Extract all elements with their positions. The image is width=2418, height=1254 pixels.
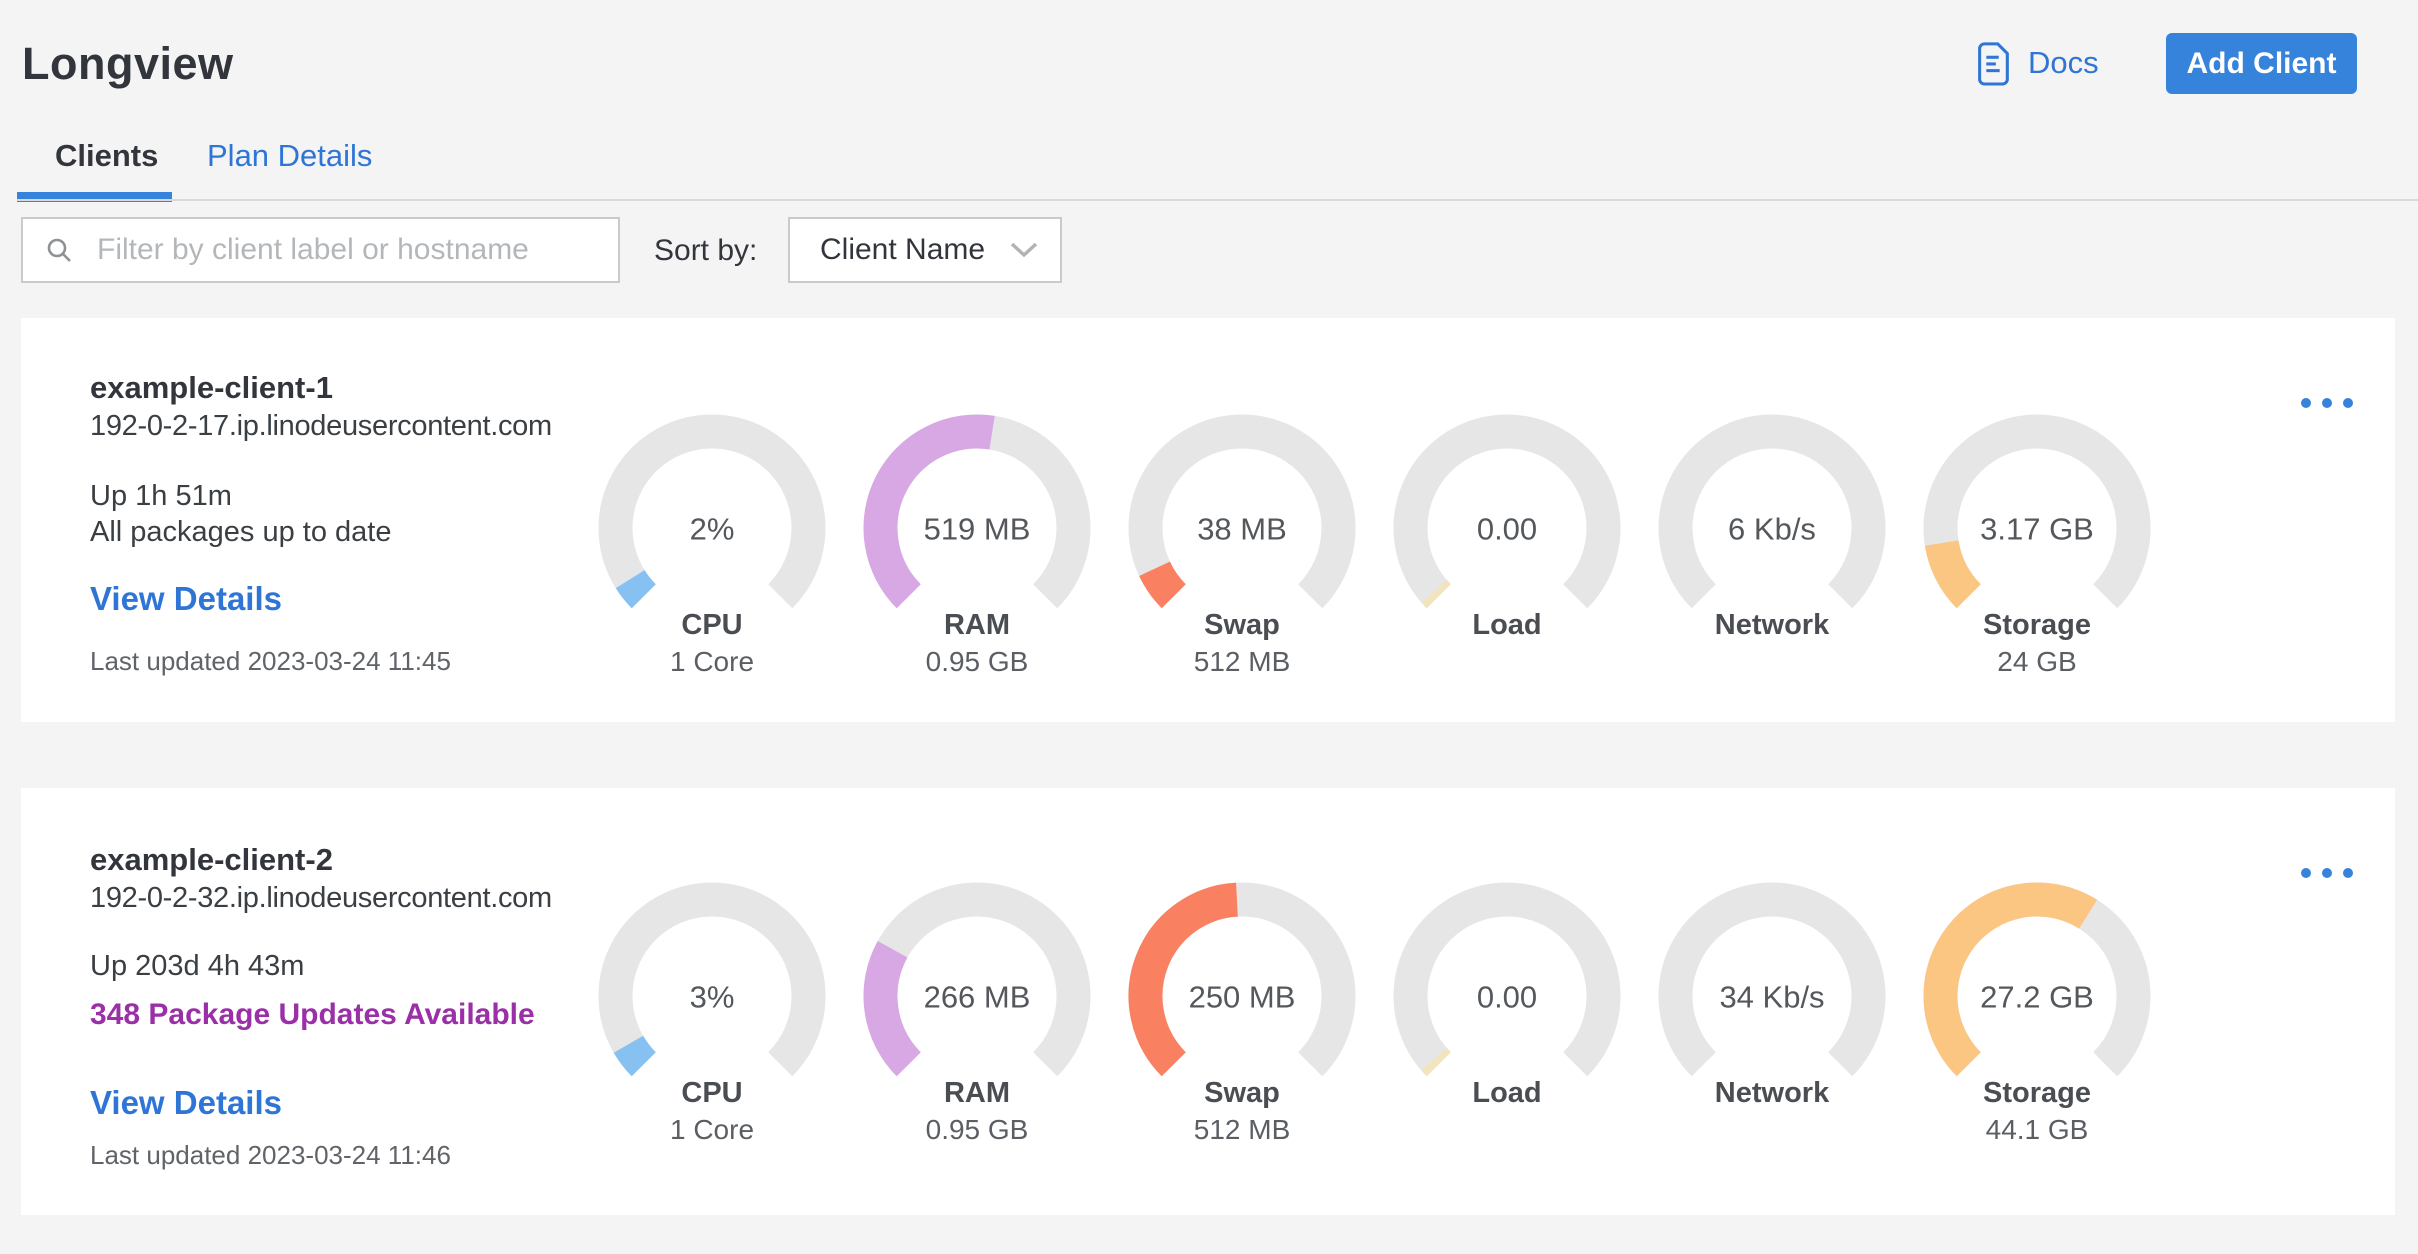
action-menu-button[interactable] — [2301, 868, 2353, 878]
longview-page: Longview Docs Add Client Clients Plan De… — [0, 0, 2418, 1254]
gauge-value: 250 MB — [1189, 980, 1296, 1015]
gauge-value: 266 MB — [924, 980, 1031, 1015]
search-icon — [47, 238, 71, 262]
last-updated: Last updated 2023-03-24 11:45 — [90, 646, 451, 676]
tabs-divider — [17, 199, 2418, 201]
gauge-swap: 38 MB Swap 512 MB — [1127, 413, 1357, 683]
view-details-link[interactable]: View Details — [90, 580, 282, 618]
client-hostname: 192-0-2-32.ip.linodeusercontent.com — [90, 882, 552, 914]
gauge-value: 27.2 GB — [1980, 980, 2094, 1015]
gauge-value: 34 Kb/s — [1719, 980, 1824, 1015]
gauge-label: Swap — [1204, 609, 1280, 641]
chevron-down-icon — [1010, 242, 1038, 258]
client-hostname: 192-0-2-17.ip.linodeusercontent.com — [90, 410, 552, 442]
gauge-storage: 27.2 GB Storage 44.1 GB — [1922, 881, 2152, 1151]
gauge-value: 38 MB — [1197, 512, 1287, 547]
action-menu-dot — [2322, 868, 2332, 878]
action-menu-dot — [2322, 398, 2332, 408]
gauge-swap: 250 MB Swap 512 MB — [1127, 881, 1357, 1151]
add-client-button[interactable]: Add Client — [2166, 33, 2357, 94]
sort-select-value: Client Name — [820, 233, 986, 266]
client-packages-status: 348 Package Updates Available — [90, 998, 535, 1031]
last-updated: Last updated 2023-03-24 11:46 — [90, 1140, 451, 1170]
gauge-storage: 3.17 GB Storage 24 GB — [1922, 413, 2152, 683]
gauge-value: 3% — [690, 980, 735, 1015]
gauge-label: Swap — [1204, 1077, 1280, 1109]
gauge-sublabel: 0.95 GB — [925, 1114, 1029, 1145]
tab-clients[interactable]: Clients — [55, 138, 158, 174]
gauge-sublabel: 44.1 GB — [1985, 1114, 2089, 1145]
client-card: example-client-1 192-0-2-17.ip.linodeuser… — [21, 318, 2395, 722]
gauge-label: CPU — [681, 609, 743, 641]
gauge-cpu: 3% CPU 1 Core — [597, 881, 827, 1151]
gauge-load: 0.00 Load — [1392, 881, 1622, 1151]
page-title: Longview — [22, 38, 234, 89]
gauge-value: 519 MB — [924, 512, 1031, 547]
gauge-value: 3.17 GB — [1980, 512, 2094, 547]
gauge-ram: 519 MB RAM 0.95 GB — [862, 413, 1092, 683]
action-menu-button[interactable] — [2301, 398, 2353, 408]
gauge-ram: 266 MB RAM 0.95 GB — [862, 881, 1092, 1151]
client-card: example-client-2 192-0-2-32.ip.linodeuser… — [21, 788, 2395, 1215]
filter-input[interactable] — [95, 232, 608, 268]
action-menu-dot — [2301, 868, 2311, 878]
view-details-link[interactable]: View Details — [90, 1084, 282, 1122]
gauge-value: 0.00 — [1477, 980, 1537, 1015]
tab-plan-details[interactable]: Plan Details — [207, 138, 372, 174]
gauge-sublabel: 1 Core — [669, 646, 755, 677]
gauge-label: Storage — [1983, 1077, 2091, 1109]
gauge-sublabel: 0.95 GB — [925, 646, 1029, 677]
action-menu-dot — [2301, 398, 2311, 408]
sort-by-label: Sort by: — [654, 234, 758, 267]
gauge-label: RAM — [943, 1077, 1011, 1109]
sort-select[interactable]: Client Name — [788, 217, 1062, 283]
filter-input-wrap — [21, 217, 620, 283]
gauge-sublabel: 512 MB — [1193, 646, 1291, 677]
client-name: example-client-2 — [90, 842, 333, 877]
client-packages-status: All packages up to date — [90, 516, 392, 548]
gauge-load: 0.00 Load — [1392, 413, 1622, 683]
gauge-cpu: 2% CPU 1 Core — [597, 413, 827, 683]
gauge-network: 6 Kb/s Network — [1657, 413, 1887, 683]
docs-icon — [1972, 39, 2014, 87]
docs-link[interactable]: Docs — [1972, 34, 2099, 92]
client-uptime: Up 1h 51m — [90, 480, 232, 512]
gauge-value: 0.00 — [1477, 512, 1537, 547]
gauge-sublabel: 24 GB — [1997, 646, 2077, 677]
gauge-label: RAM — [943, 609, 1011, 641]
gauge-sublabel: 512 MB — [1193, 1114, 1291, 1145]
gauge-label: Network — [1714, 609, 1830, 641]
gauge-value: 6 Kb/s — [1728, 512, 1816, 547]
gauge-label: Load — [1472, 1077, 1542, 1109]
gauge-label: Load — [1472, 609, 1542, 641]
client-uptime: Up 203d 4h 43m — [90, 950, 305, 982]
gauge-network: 34 Kb/s Network — [1657, 881, 1887, 1151]
action-menu-dot — [2343, 398, 2353, 408]
gauge-label: CPU — [681, 1077, 743, 1109]
gauge-label: Storage — [1983, 609, 2091, 641]
gauge-label: Network — [1714, 1077, 1830, 1109]
gauge-value: 2% — [690, 512, 735, 547]
docs-link-label: Docs — [2028, 45, 2099, 80]
gauge-sublabel: 1 Core — [669, 1114, 755, 1145]
client-name: example-client-1 — [90, 370, 333, 405]
action-menu-dot — [2343, 868, 2353, 878]
